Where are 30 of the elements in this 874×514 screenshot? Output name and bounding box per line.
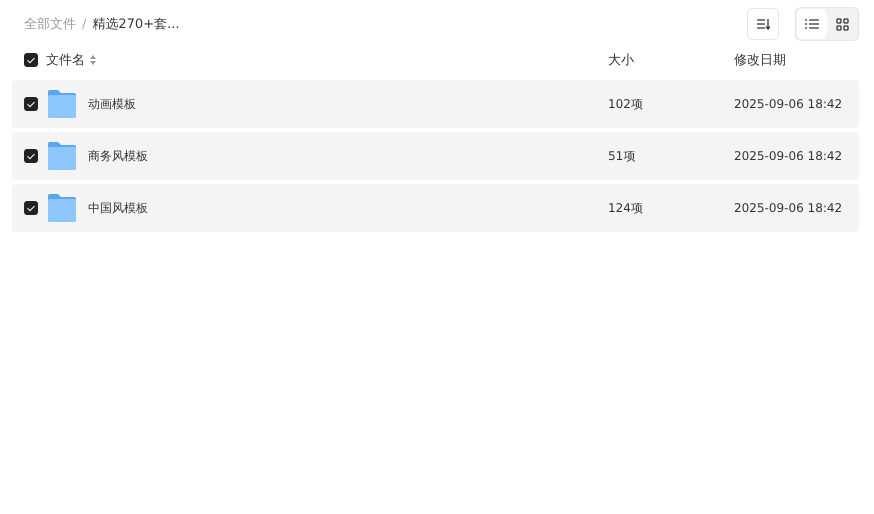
breadcrumb-separator: / xyxy=(82,16,86,32)
row-checkbox[interactable] xyxy=(24,201,38,215)
file-name: 商务风模板 xyxy=(88,148,148,164)
column-header: 修改日期 xyxy=(734,52,786,69)
sort-arrows-icon xyxy=(90,55,96,65)
sort-icon xyxy=(756,18,770,30)
sort-button[interactable] xyxy=(747,8,779,40)
file-size: 124项 xyxy=(608,200,643,214)
list-view-button[interactable] xyxy=(797,9,827,39)
row-checkbox[interactable] xyxy=(24,97,38,111)
grid-icon xyxy=(836,18,848,30)
modified-date: 2025-09-06 18:42 xyxy=(734,149,842,163)
column-header: 大小 xyxy=(608,52,634,69)
file-row[interactable]: 动画模板 102项 2025-09-06 18:42 xyxy=(12,80,859,128)
modified-date: 2025-09-06 18:42 xyxy=(734,201,842,215)
modified-date: 2025-09-06 18:42 xyxy=(734,97,842,111)
folder-icon xyxy=(47,194,77,222)
select-all-checkbox[interactable] xyxy=(24,53,38,67)
list-icon xyxy=(805,18,819,30)
folder-icon xyxy=(47,90,77,118)
folder-icon xyxy=(47,142,77,170)
file-name: 动画模板 xyxy=(88,96,136,112)
file-row[interactable]: 商务风模板 51项 2025-09-06 18:42 xyxy=(12,132,859,180)
file-size: 102项 xyxy=(608,96,643,110)
sortable-column-header[interactable]: 文件名 xyxy=(46,51,96,69)
row-checkbox[interactable] xyxy=(24,149,38,163)
current-folder-title: 精选270+套... xyxy=(92,16,180,33)
file-name: 中国风模板 xyxy=(88,200,148,216)
file-row[interactable]: 中国风模板 124项 2025-09-06 18:42 xyxy=(12,184,859,232)
file-size: 51项 xyxy=(608,148,636,162)
